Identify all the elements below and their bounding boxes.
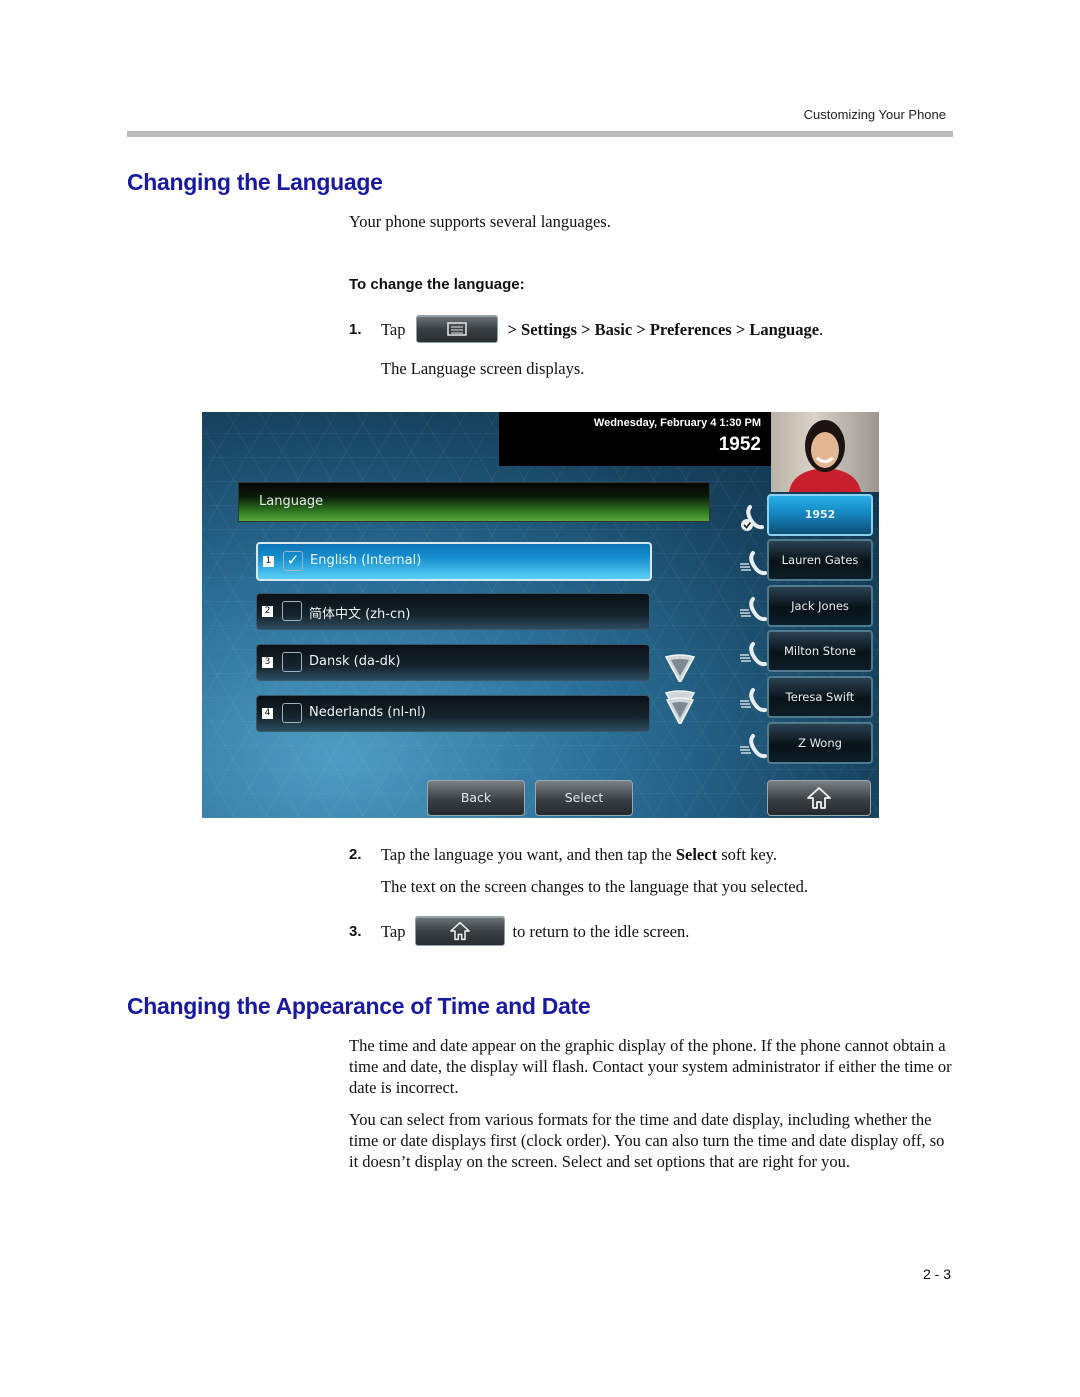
line-key-1952[interactable]: 1952 [767, 494, 873, 536]
checkbox-icon[interactable] [282, 601, 302, 621]
page-number: 2 - 3 [922, 1266, 951, 1282]
date-time: Wednesday, February 4 1:30 PM [593, 417, 761, 429]
row-number: 1 [263, 556, 274, 567]
line-key-lauren-gates[interactable]: Lauren Gates [767, 539, 873, 581]
language-row-nederlands[interactable]: 4 Nederlands (nl-nl) [256, 695, 650, 732]
back-softkey[interactable]: Back [427, 780, 525, 816]
home-icon [807, 787, 831, 809]
speed-dial-icon [740, 597, 767, 622]
header-rule [127, 131, 953, 137]
screen-title: Language [259, 494, 324, 509]
speed-dial-icon [740, 734, 767, 759]
language-label: Nederlands (nl-nl) [309, 705, 426, 720]
speed-dial-icon [740, 642, 767, 667]
phone-screen: Wednesday, February 4 1:30 PM 1952 Langu… [202, 412, 879, 818]
row-number: 4 [262, 708, 273, 719]
row-number: 3 [262, 657, 273, 668]
running-header: Customizing Your Phone [803, 107, 946, 122]
home-icon [449, 921, 470, 941]
home-key-button[interactable] [414, 916, 505, 946]
language-label: Dansk (da-dk) [309, 654, 401, 669]
language-label: English (Internal) [310, 553, 422, 568]
screen-title-bar: Language [238, 482, 710, 522]
speed-dial-icon [740, 551, 767, 576]
step-number: 3. [349, 922, 362, 940]
step-2: 2. Tap the language you want, and then t… [349, 844, 777, 865]
status-bar: Wednesday, February 4 1:30 PM 1952 [499, 412, 771, 466]
language-row-english[interactable]: 1 ✓ English (Internal) [256, 542, 652, 581]
checkbox-checked-icon[interactable]: ✓ [283, 551, 303, 571]
select-key-ref: Select [675, 845, 718, 864]
step-number: 2. [349, 846, 362, 863]
row-number: 2 [262, 606, 273, 617]
language-label: 简体中文 (zh-cn) [309, 607, 411, 622]
checkbox-icon[interactable] [282, 703, 302, 723]
speed-dial-icon [740, 688, 767, 713]
procedure-heading: To change the language: [349, 276, 525, 293]
time-date-paragraph-2: You can select from various formats for … [349, 1110, 945, 1171]
language-row-chinese[interactable]: 2 简体中文 (zh-cn) [256, 593, 650, 630]
line-key-z-wong[interactable]: Z Wong [767, 722, 873, 764]
step-2-note: The text on the screen changes to the la… [381, 877, 809, 896]
line-key-teresa-swift[interactable]: Teresa Swift [767, 676, 873, 718]
page-down-icon[interactable] [664, 690, 696, 724]
step-number: 1. [349, 320, 362, 338]
step-text: Tap [381, 319, 406, 339]
registered-line-icon [741, 505, 764, 531]
menu-path: > Settings > Basic > Preferences > Langu… [507, 319, 820, 339]
language-row-dansk[interactable]: 3 Dansk (da-dk) [256, 644, 650, 681]
home-button[interactable] [767, 780, 871, 816]
contact-photo [771, 412, 879, 492]
line-key-milton-stone[interactable]: Milton Stone [767, 630, 873, 672]
step-text: Tap [381, 921, 406, 941]
section-title-language: Changing the Language [127, 169, 383, 195]
extension-number: 1952 [718, 434, 761, 455]
step-1-note: The Language screen displays. [381, 359, 585, 378]
menu-key-button[interactable] [415, 315, 498, 343]
step-3: 3. Tap to return to the idle screen. [349, 915, 689, 947]
step-text: to return to the idle screen. [512, 921, 690, 941]
time-date-paragraph-1: The time and date appear on the graphic … [349, 1036, 952, 1097]
menu-icon [446, 322, 467, 336]
step-text: Tap the language you want, and then tap … [381, 845, 777, 864]
select-softkey[interactable]: Select [535, 780, 633, 816]
line-key-jack-jones[interactable]: Jack Jones [767, 585, 873, 627]
intro-text: Your phone supports several languages. [349, 212, 611, 231]
section-title-time-date: Changing the Appearance of Time and Date [127, 993, 591, 1019]
step-text: . [819, 319, 824, 339]
scroll-down-icon[interactable] [664, 654, 696, 682]
step-1: 1. Tap > Settings > Basic > Preferences … [349, 314, 823, 344]
person-photo-icon [789, 420, 861, 492]
checkbox-icon[interactable] [282, 652, 302, 672]
